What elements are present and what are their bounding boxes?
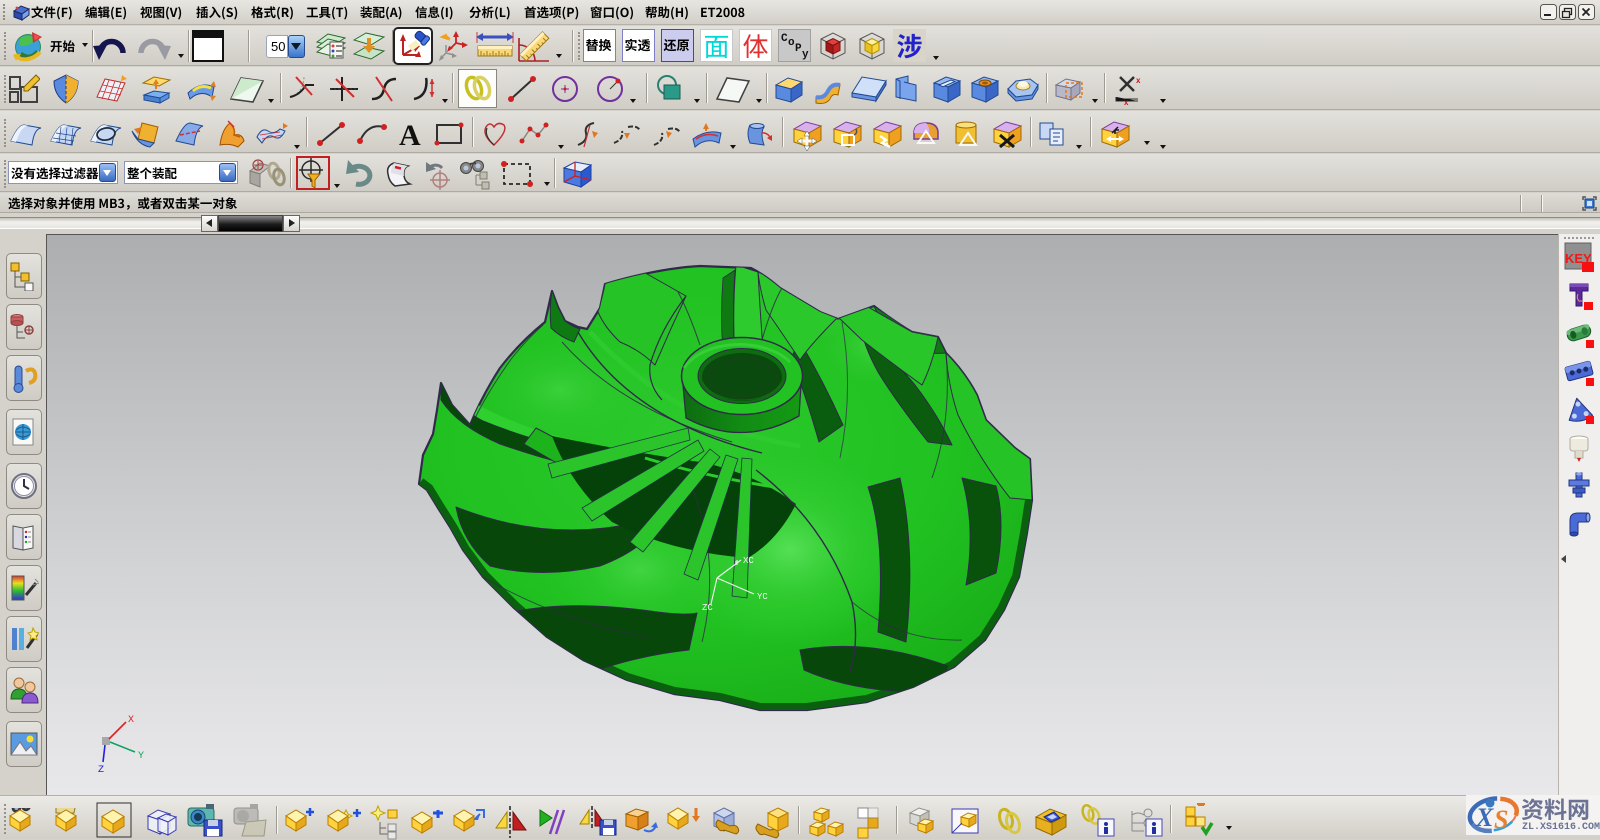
svg-text:ZC: ZC bbox=[702, 603, 713, 613]
svg-text:C: C bbox=[781, 33, 788, 45]
svg-text:YC: YC bbox=[757, 592, 768, 602]
svg-text:X: X bbox=[128, 715, 134, 726]
svg-text:XC: XC bbox=[743, 556, 754, 566]
svg-text:P: P bbox=[795, 43, 802, 55]
svg-text:S: S bbox=[1494, 805, 1508, 834]
svg-text:Y: Y bbox=[138, 751, 144, 762]
svg-text:o: o bbox=[788, 37, 795, 49]
svg-text:Z: Z bbox=[98, 765, 104, 776]
svg-text:A: A bbox=[399, 119, 421, 151]
svg-text:x: x bbox=[1124, 98, 1129, 105]
svg-text:y: y bbox=[802, 49, 809, 61]
svg-text:X: X bbox=[1475, 803, 1494, 832]
svg-text:x: x bbox=[1136, 76, 1141, 85]
